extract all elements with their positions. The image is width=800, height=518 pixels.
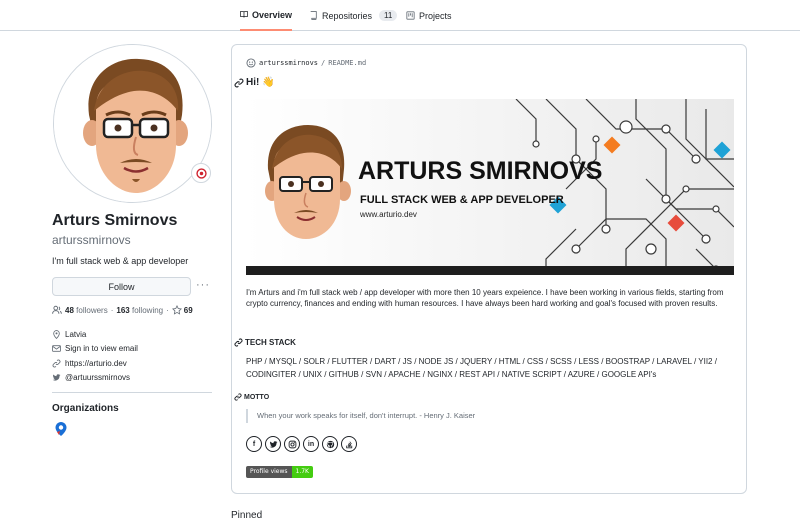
email-link[interactable]: Sign in to view email — [65, 344, 138, 353]
vcard-twitter[interactable]: @artuurssmirnovs — [52, 371, 138, 386]
people-icon — [52, 305, 62, 314]
book-icon — [240, 11, 248, 18]
avatar-caricature — [54, 45, 211, 202]
stars-link[interactable]: 69 — [171, 305, 193, 315]
stats-separator: · — [110, 305, 114, 315]
following-link[interactable]: 163 following — [116, 306, 163, 315]
more-options-button[interactable]: ··· — [196, 279, 210, 291]
sidebar-divider — [52, 392, 212, 393]
banner-title: FULL STACK WEB & APP DEVELOPER — [360, 194, 564, 206]
github-icon[interactable] — [322, 436, 338, 452]
following-count: 163 — [116, 305, 130, 315]
profile-views-badge: Profile views 1.7K — [246, 466, 313, 478]
tab-projects[interactable]: Projects — [406, 0, 452, 31]
profile-bio: I'm full stack web & app developer — [52, 256, 189, 266]
banner-name: ARTURS SMIRNOVS — [358, 157, 602, 185]
stackoverflow-icon[interactable] — [341, 436, 357, 452]
followers-link[interactable]: 48 followers — [65, 306, 108, 315]
tab-overview-label: Overview — [251, 9, 292, 20]
link-icon — [52, 359, 61, 368]
followers-label: followers — [76, 305, 108, 315]
tech-stack-list: PHP / MYSQL / SOLR / FLUTTER / DART / JS… — [246, 357, 717, 379]
followers-count: 48 — [65, 305, 74, 315]
linkedin-icon[interactable]: in — [303, 436, 319, 452]
mail-icon — [52, 345, 61, 352]
instagram-icon[interactable] — [284, 436, 300, 452]
readme-heading-tech: TECH STACK — [234, 338, 296, 347]
organizations-heading: Organizations — [52, 403, 119, 414]
readme-heading-hi: Hi! 👋 — [234, 77, 275, 88]
following-label: following — [131, 305, 164, 315]
location-icon — [53, 329, 60, 339]
status-badge[interactable] — [191, 163, 211, 183]
vcard-email[interactable]: Sign in to view email — [52, 342, 138, 357]
social-links: f in — [246, 436, 357, 452]
anchor-link-icon[interactable] — [234, 78, 244, 88]
heading-motto-text: MOTTO — [244, 393, 270, 401]
repositories-count: 11 — [379, 10, 398, 21]
readme-intro: I'm Arturs and i'm full stack web / app … — [246, 288, 724, 308]
stars-count: 69 — [183, 305, 193, 315]
profile-username: arturssmirnovs — [52, 233, 131, 247]
profile-readme: arturssmirnovs / README.md Hi! 👋 ARTURS … — [231, 44, 747, 494]
readme-owner-link[interactable]: arturssmirnovs — [259, 59, 318, 67]
heading-tech-text: TECH STACK — [245, 338, 296, 347]
follow-button[interactable]: Follow — [52, 277, 191, 296]
vcard-details: Latvia Sign in to view email https://art… — [52, 327, 138, 385]
stats-separator: · — [166, 305, 169, 315]
project-icon — [406, 11, 415, 20]
readme-path-separator: / — [321, 59, 326, 67]
tab-repositories-label: Repositories — [322, 10, 373, 21]
profile-views-label: Profile views — [246, 466, 292, 478]
readme-banner: ARTURS SMIRNOVS FULL STACK WEB & APP DEV… — [246, 99, 734, 275]
heading-hi-text: Hi! 👋 — [246, 77, 275, 88]
follow-stats: 48 followers · 163 following · 69 — [52, 305, 193, 315]
star-icon — [171, 305, 182, 315]
twitter-link[interactable]: @artuurssmirnovs — [65, 373, 130, 382]
pinned-heading: Pinned — [231, 510, 263, 518]
facebook-icon[interactable]: f — [246, 436, 262, 452]
readme-heading-motto: MOTTO — [234, 393, 269, 401]
anchor-link-icon[interactable] — [234, 393, 242, 401]
vcard-website[interactable]: https://arturio.dev — [52, 356, 138, 371]
tab-projects-label: Projects — [419, 10, 452, 21]
vcard-location: Latvia — [52, 327, 138, 342]
org-logo-icon — [55, 422, 67, 436]
readme-file-link[interactable]: README.md — [328, 59, 366, 67]
tab-repositories[interactable]: Repositories 11 — [309, 0, 398, 31]
target-icon — [195, 167, 207, 179]
profile-tabs: Overview Repositories 11 Projects — [0, 0, 800, 31]
website-link[interactable]: https://arturio.dev — [65, 359, 127, 368]
repo-icon — [310, 11, 317, 20]
anchor-link-icon[interactable] — [234, 338, 243, 347]
location-text: Latvia — [65, 329, 87, 339]
tab-overview[interactable]: Overview — [240, 0, 292, 31]
profile-views-count: 1.7K — [291, 466, 313, 478]
twitter-icon — [52, 374, 61, 381]
organization-avatar[interactable] — [53, 421, 69, 437]
banner-url: www.arturio.dev — [359, 210, 417, 219]
smiley-icon — [246, 58, 256, 68]
twitter-icon[interactable] — [265, 436, 281, 452]
banner-image: ARTURS SMIRNOVS FULL STACK WEB & APP DEV… — [246, 99, 734, 275]
readme-path: arturssmirnovs / README.md — [246, 58, 366, 68]
motto-quote: When your work speaks for itself, don't … — [246, 409, 475, 423]
profile-full-name: Arturs Smirnovs — [52, 212, 178, 229]
avatar[interactable] — [53, 44, 212, 203]
